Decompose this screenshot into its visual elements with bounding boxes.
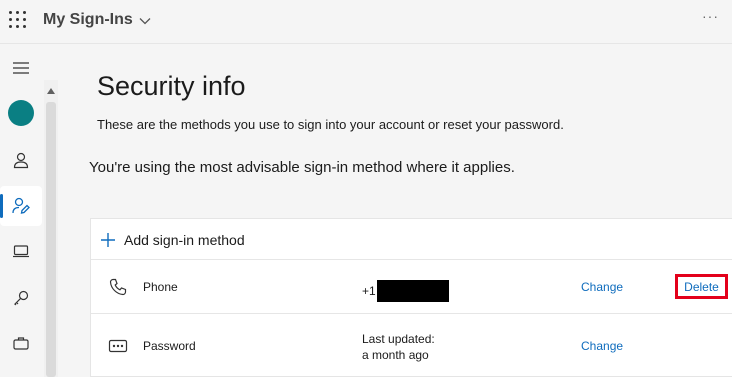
method-name-phone: Phone xyxy=(143,280,178,294)
laptop-icon xyxy=(13,245,29,258)
change-password-link[interactable]: Change xyxy=(581,339,623,353)
page-description: These are the methods you use to sign in… xyxy=(97,117,564,132)
nav-scrollbar[interactable] xyxy=(44,80,58,377)
avatar xyxy=(8,100,34,126)
nav-item-organizations[interactable] xyxy=(0,323,42,363)
phone-number-prefix: +1 xyxy=(362,284,376,298)
person-icon xyxy=(13,152,29,169)
method-name-password: Password xyxy=(143,339,196,353)
nav-menu-button[interactable] xyxy=(0,48,42,88)
main-content: Security info These are the methods you … xyxy=(72,44,732,377)
app-launcher-icon[interactable] xyxy=(7,10,27,30)
nav-item-security-info[interactable] xyxy=(0,186,42,226)
page-title: Security info xyxy=(97,71,246,101)
add-sign-in-method-button[interactable]: Add sign-in method xyxy=(91,219,732,260)
key-icon xyxy=(14,290,29,306)
more-options-icon[interactable]: ··· xyxy=(702,8,719,24)
password-dots-icon xyxy=(108,339,128,353)
person-edit-icon xyxy=(12,197,30,214)
method-row-phone: Phone +1 Change Delete xyxy=(91,260,732,314)
method-row-password: Password Last updated: a month ago Chang… xyxy=(91,314,732,377)
redacted-block xyxy=(376,280,449,302)
scroll-up-arrow-icon[interactable] xyxy=(47,88,55,94)
scrollbar-thumb[interactable] xyxy=(46,102,56,377)
methods-card: Add sign-in method Phone +1 Change Delet… xyxy=(90,218,732,377)
briefcase-icon xyxy=(13,337,29,350)
last-updated-label: Last updated: xyxy=(362,332,435,346)
change-phone-link[interactable]: Change xyxy=(581,280,623,294)
add-sign-in-method-label: Add sign-in method xyxy=(124,232,245,248)
app-title[interactable]: My Sign-Ins xyxy=(43,11,133,29)
last-updated-value: a month ago xyxy=(362,348,429,362)
hamburger-icon xyxy=(13,62,29,74)
advisable-method-message: You're using the most advisable sign-in … xyxy=(89,159,515,176)
phone-icon xyxy=(109,278,127,296)
nav-item-password[interactable] xyxy=(0,278,42,318)
top-bar: My Sign-Ins ··· xyxy=(0,0,732,44)
delete-phone-button[interactable]: Delete xyxy=(675,274,728,299)
chevron-down-icon[interactable] xyxy=(138,14,152,28)
nav-item-profile[interactable] xyxy=(0,140,42,180)
left-nav xyxy=(0,44,42,377)
nav-item-devices[interactable] xyxy=(0,231,42,271)
nav-item-overview[interactable] xyxy=(0,93,42,133)
plus-icon xyxy=(101,233,115,247)
phone-number: +1 xyxy=(362,280,449,302)
password-last-updated: Last updated: a month ago xyxy=(362,331,435,363)
